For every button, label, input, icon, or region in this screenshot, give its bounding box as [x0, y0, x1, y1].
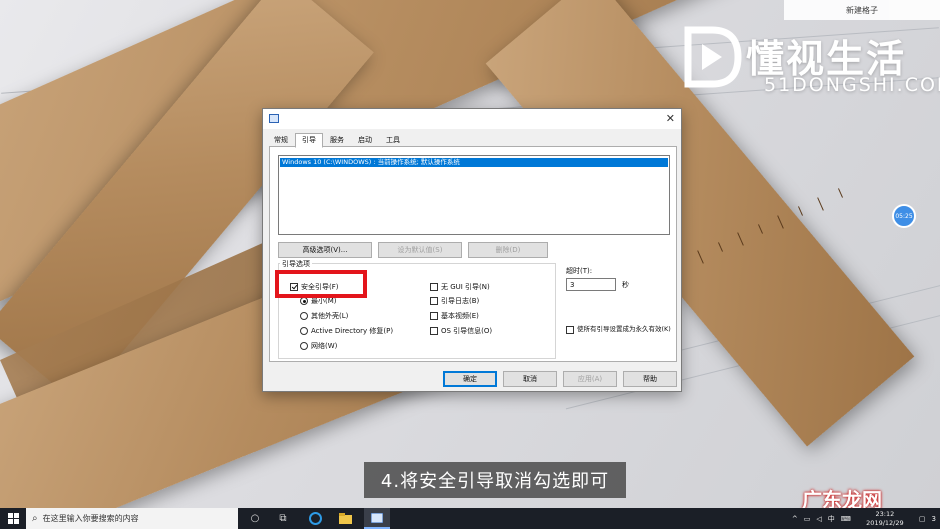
volume-icon[interactable]: ◁	[816, 515, 821, 523]
tab-tools[interactable]: 工具	[379, 133, 407, 147]
system-config-icon	[371, 512, 383, 523]
clock-date: 2019/12/29	[866, 518, 904, 527]
base-video-checkbox[interactable]: 基本视频(E)	[430, 311, 479, 321]
radio-dot[interactable]	[300, 297, 308, 305]
timeout-label: 超时(T):	[566, 267, 593, 275]
msconfig-taskbar-icon[interactable]	[364, 508, 390, 529]
tab-boot[interactable]: 引导	[295, 133, 323, 148]
network-radio[interactable]: 网络(W)	[300, 341, 337, 351]
close-icon[interactable]: ✕	[666, 112, 675, 125]
tray-chevron-up-icon[interactable]: ^	[792, 515, 798, 523]
site-logo: 懂视生活 51DONGSHI.COM	[682, 26, 940, 106]
base-video-label: 基本视频(E)	[441, 312, 479, 320]
boot-tab-panel: Windows 10 (C:\WINDOWS) : 当前操作系统; 默认操作系统…	[269, 146, 677, 362]
ime-indicator[interactable]: 中	[828, 514, 835, 524]
checkbox-box[interactable]	[430, 297, 438, 305]
task-view-icon[interactable]: ⧉	[270, 508, 296, 529]
make-permanent-label: 使所有引导设置成为永久有效(K)	[577, 325, 671, 333]
checkbox-box[interactable]	[566, 326, 574, 334]
radio-dot[interactable]	[300, 327, 308, 335]
ad-repair-label: Active Directory 修复(P)	[311, 327, 394, 335]
tab-strip: 常规 引导 服务 启动 工具	[267, 133, 407, 148]
cortana-icon[interactable]: ○	[242, 508, 268, 529]
os-list-item[interactable]: Windows 10 (C:\WINDOWS) : 当前操作系统; 默认操作系统	[280, 158, 668, 167]
set-default-button[interactable]: 设为默认值(S)	[378, 242, 462, 258]
checkbox-box[interactable]	[430, 327, 438, 335]
tab-general[interactable]: 常规	[267, 133, 295, 147]
os-boot-info-label: OS 引导信息(O)	[441, 327, 493, 335]
edge-browser-icon[interactable]	[302, 508, 328, 529]
folder-icon	[338, 513, 352, 524]
alternate-shell-radio[interactable]: 其他外壳(L)	[300, 311, 348, 321]
no-gui-boot-label: 无 GUI 引导(N)	[441, 283, 490, 291]
taskbar-clock[interactable]: 23:12 2019/12/29	[855, 510, 915, 528]
taskbar-search-box[interactable]: ⌕ 在这里输入你要搜索的内容	[26, 508, 238, 529]
no-gui-boot-checkbox[interactable]: 无 GUI 引导(N)	[430, 282, 490, 292]
keyboard-icon[interactable]: ⌨	[841, 515, 851, 523]
boot-log-checkbox[interactable]: 引导日志(B)	[430, 296, 479, 306]
clock-time: 23:12	[875, 509, 895, 518]
help-button[interactable]: 帮助	[623, 371, 677, 387]
logo-sub-text: 51DONGSHI.COM	[764, 74, 940, 96]
radio-dot[interactable]	[300, 312, 308, 320]
taskbar: ⌕ 在这里输入你要搜索的内容 ○ ⧉ ^ ▭ ◁ 中 ⌨ 23:12 2019/…	[0, 508, 940, 529]
timeout-unit: 秒	[622, 281, 629, 289]
ok-button[interactable]: 确定	[443, 371, 497, 387]
make-permanent-checkbox[interactable]: 使所有引导设置成为永久有效(K)	[566, 325, 678, 334]
system-tray: ^ ▭ ◁ 中 ⌨ 23:12 2019/12/29 ▢ 3	[792, 508, 940, 529]
apply-button[interactable]: 应用(A)	[563, 371, 617, 387]
action-center-icon[interactable]: ▢	[919, 515, 926, 523]
tab-startup[interactable]: 启动	[351, 133, 379, 147]
timeout-input[interactable]: 3	[566, 278, 616, 291]
boot-log-label: 引导日志(B)	[441, 297, 480, 305]
edge-logo-icon	[308, 512, 322, 525]
os-boot-info-checkbox[interactable]: OS 引导信息(O)	[430, 326, 492, 336]
boot-options-legend: 引导选项	[280, 259, 312, 269]
network-icon[interactable]: ▭	[804, 515, 811, 523]
file-explorer-icon[interactable]	[332, 508, 358, 529]
alternate-shell-label: 其他外壳(L)	[311, 312, 349, 320]
msconfig-dialog: ✕ 常规 引导 服务 启动 工具 Windows 10 (C:\WINDOWS)…	[262, 108, 682, 392]
start-button[interactable]	[0, 508, 26, 529]
logo-mark-icon	[684, 26, 742, 88]
tab-services[interactable]: 服务	[323, 133, 351, 147]
checkbox-box[interactable]	[430, 283, 438, 291]
top-badge: 新建格子	[784, 0, 940, 20]
msconfig-app-icon	[269, 114, 279, 123]
search-placeholder: 在这里输入你要搜索的内容	[42, 514, 139, 523]
delete-button[interactable]: 删除(D)	[468, 242, 548, 258]
cancel-button[interactable]: 取消	[503, 371, 557, 387]
windows-logo-icon	[7, 513, 19, 524]
timer-bubble[interactable]: 05:25	[892, 204, 916, 228]
safe-boot-highlight-box	[275, 270, 367, 298]
instruction-caption: 4.将安全引导取消勾选即可	[364, 462, 626, 498]
notification-count: 3	[931, 514, 936, 523]
search-icon: ⌕	[32, 513, 38, 524]
network-label: 网络(W)	[311, 342, 338, 350]
advanced-options-button[interactable]: 高级选项(V)...	[278, 242, 372, 258]
os-list[interactable]: Windows 10 (C:\WINDOWS) : 当前操作系统; 默认操作系统	[278, 155, 670, 235]
radio-dot[interactable]	[300, 342, 308, 350]
ad-repair-radio[interactable]: Active Directory 修复(P)	[300, 326, 393, 336]
checkbox-box[interactable]	[430, 312, 438, 320]
dialog-titlebar[interactable]: ✕	[263, 109, 681, 129]
